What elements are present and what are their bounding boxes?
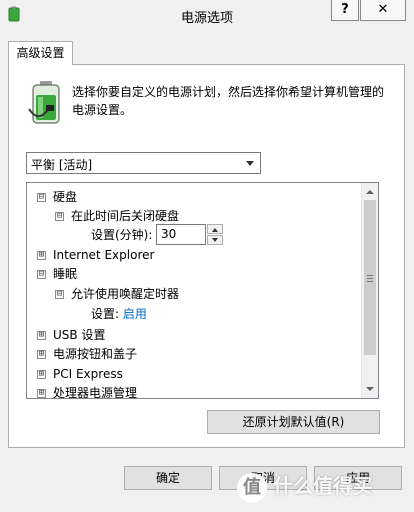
expand-icon[interactable]: ⊞ [37, 251, 46, 260]
wake-setting-value[interactable]: 启用 [123, 307, 147, 321]
battery-icon [28, 81, 60, 124]
settings-tree[interactable]: ⊟ 硬盘 ⊟ 在此时间后关闭硬盘 设置(分钟): 30 ⊞ Internet Expl… [26, 182, 379, 399]
wake-setting-row: 设置: 启用 [91, 305, 147, 324]
tree-item-label: 硬盘 [53, 190, 78, 204]
tree-item-label: 处理器电源管理 [53, 386, 138, 399]
help-button[interactable]: ? [331, 0, 359, 21]
tree-item-label: 电源按钮和盖子 [53, 347, 138, 361]
tree-item-label: 睡眠 [53, 267, 78, 281]
minutes-input[interactable]: 30 [156, 224, 206, 245]
tree-item-usb[interactable]: ⊞ USB 设置 [37, 326, 105, 345]
tree-item-label: 在此时间后关闭硬盘 [71, 209, 180, 223]
spin-up-icon[interactable] [207, 224, 223, 234]
chevron-down-icon [246, 161, 254, 166]
tree-item-hard-disk[interactable]: ⊟ 硬盘 [37, 188, 77, 207]
expand-icon[interactable]: ⊞ [37, 389, 46, 398]
scroll-down-icon[interactable] [362, 381, 378, 398]
collapse-icon[interactable]: ⊟ [55, 212, 64, 221]
ok-button[interactable]: 确定 [124, 466, 212, 490]
tree-item-processor[interactable]: ⊞ 处理器电源管理 [37, 384, 138, 399]
title-bar: 电源选项 ? ✕ [0, 0, 414, 30]
tree-item-label: Internet Explorer [53, 248, 155, 262]
scroll-thumb[interactable] [364, 200, 376, 355]
tree-item-internet-explorer[interactable]: ⊞ Internet Explorer [37, 246, 154, 265]
expand-icon[interactable]: ⊞ [37, 370, 46, 379]
tree-item-label: 允许使用唤醒定时器 [71, 287, 180, 301]
power-plan-select[interactable]: 平衡 [活动] [26, 152, 261, 174]
tree-item-label: USB 设置 [53, 328, 106, 342]
expand-icon[interactable]: ⊞ [37, 350, 46, 359]
tree-item-label: PCI Express [53, 367, 123, 381]
tree-item-power-buttons[interactable]: ⊞ 电源按钮和盖子 [37, 345, 137, 364]
expand-icon[interactable]: ⊞ [37, 331, 46, 340]
grip-icon [367, 275, 373, 282]
collapse-icon[interactable]: ⊟ [37, 270, 46, 279]
tab-advanced-settings[interactable]: 高级设置 [8, 41, 73, 65]
watermark-badge: 值 [237, 472, 267, 503]
scroll-up-icon[interactable] [362, 183, 378, 200]
setting-minutes-label: 设置(分钟): [91, 228, 153, 242]
description-text: 选择你要自定义的电源计划，然后选择你希望计算机管理的电源设置。 [72, 85, 385, 117]
watermark: 值什么值得买 [237, 468, 373, 504]
collapse-icon[interactable]: ⊟ [37, 193, 46, 202]
power-plan-value: 平衡 [活动] [31, 158, 93, 172]
close-button[interactable]: ✕ [360, 0, 406, 21]
tree-item-pci-express[interactable]: ⊞ PCI Express [37, 365, 123, 384]
spin-down-icon[interactable] [207, 235, 223, 245]
vertical-scrollbar[interactable] [361, 183, 378, 398]
restore-defaults-button[interactable]: 还原计划默认值(R) [207, 410, 380, 434]
tree-item-wake-timers[interactable]: ⊟ 允许使用唤醒定时器 [55, 285, 179, 304]
wake-setting-label: 设置: [91, 307, 120, 321]
collapse-icon[interactable]: ⊟ [55, 290, 64, 299]
watermark-text: 什么值得买 [273, 474, 373, 498]
tree-item-sleep[interactable]: ⊟ 睡眠 [37, 265, 77, 284]
